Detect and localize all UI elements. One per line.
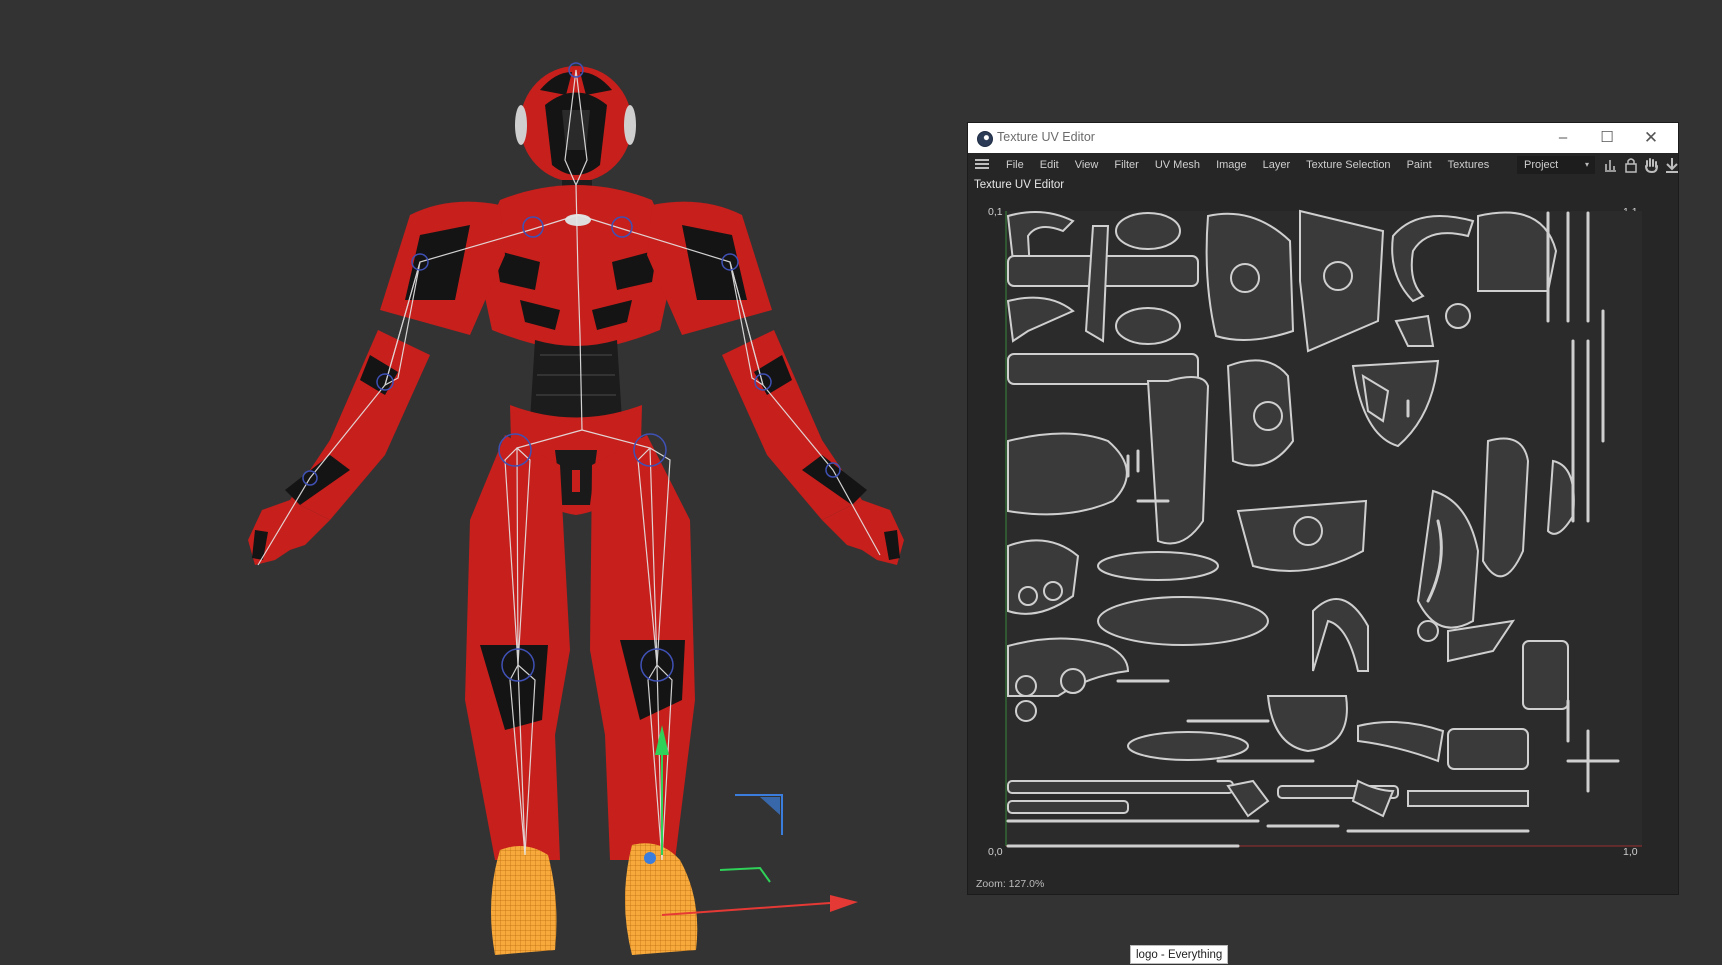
download-icon[interactable] xyxy=(1662,157,1682,173)
menu-paint[interactable]: Paint xyxy=(1399,153,1440,177)
window-title: Texture UV Editor xyxy=(997,130,1095,144)
menu-edit[interactable]: Edit xyxy=(1032,153,1067,177)
menu-layer[interactable]: Layer xyxy=(1255,153,1299,177)
menu-bar: File Edit View Filter UV Mesh Image Laye… xyxy=(968,153,1678,177)
panel-title: Texture UV Editor xyxy=(974,179,1065,191)
menu-icon[interactable] xyxy=(974,157,990,173)
project-dropdown[interactable]: Project ▾ xyxy=(1517,156,1595,174)
uv-canvas[interactable] xyxy=(968,201,1678,881)
search-tooltip: logo - Everything xyxy=(1130,945,1229,964)
lock-icon[interactable] xyxy=(1622,157,1642,173)
menu-filter[interactable]: Filter xyxy=(1106,153,1146,177)
minimize-button[interactable]: – xyxy=(1541,123,1585,153)
menu-texture-selection[interactable]: Texture Selection xyxy=(1298,153,1398,177)
menu-image[interactable]: Image xyxy=(1208,153,1255,177)
menu-view[interactable]: View xyxy=(1067,153,1107,177)
zoom-status: Zoom: 127.0% xyxy=(976,878,1045,890)
chevron-down-icon: ▾ xyxy=(1584,160,1589,169)
histogram-icon[interactable] xyxy=(1602,157,1622,173)
menu-file[interactable]: File xyxy=(998,153,1032,177)
menu-uv-mesh[interactable]: UV Mesh xyxy=(1147,153,1208,177)
menu-textures[interactable]: Textures xyxy=(1440,153,1498,177)
project-dropdown-value: Project xyxy=(1524,159,1559,171)
maximize-button[interactable]: ☐ xyxy=(1585,123,1629,153)
close-button[interactable]: ✕ xyxy=(1629,123,1673,153)
cinema4d-logo-icon xyxy=(977,131,993,147)
hand-icon[interactable] xyxy=(1642,157,1662,173)
texture-uv-editor-window[interactable]: Texture UV Editor – ☐ ✕ File Edit View F… xyxy=(967,122,1679,895)
window-titlebar[interactable]: Texture UV Editor – ☐ ✕ xyxy=(968,123,1678,153)
